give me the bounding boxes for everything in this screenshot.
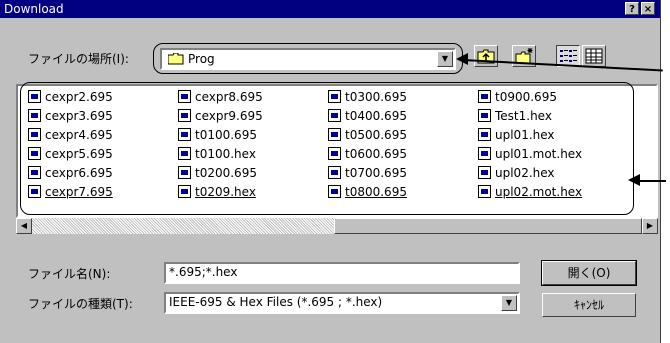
details-view-button[interactable] bbox=[582, 45, 606, 67]
scroll-left-button[interactable]: ◀ bbox=[16, 218, 32, 234]
callout-arrow-icon bbox=[456, 53, 468, 65]
filetype-dropdown-button[interactable]: ▼ bbox=[501, 295, 517, 311]
filetype-value: IEEE-695 & Hex Files (*.695 ; *.hex) bbox=[169, 295, 383, 309]
cancel-button[interactable]: ｷｬﾝｾﾙ bbox=[542, 293, 636, 317]
callout-arrow-icon bbox=[628, 174, 640, 186]
up-folder-button[interactable] bbox=[474, 45, 498, 67]
scroll-right-button[interactable]: ▶ bbox=[642, 218, 658, 234]
filetype-label: ファイルの種類(T): bbox=[28, 297, 133, 311]
title-bar[interactable]: Download ? × bbox=[0, 0, 660, 18]
up-folder-icon bbox=[477, 49, 495, 64]
close-button[interactable]: × bbox=[641, 2, 655, 15]
look-in-callout bbox=[153, 43, 463, 74]
filename-input[interactable]: *.695;*.hex bbox=[164, 262, 520, 284]
details-view-icon bbox=[585, 48, 603, 64]
filetype-select[interactable]: IEEE-695 & Hex Files (*.695 ; *.hex) ▼ bbox=[164, 292, 520, 314]
help-button[interactable]: ? bbox=[625, 2, 639, 15]
look-in-label: ファイルの場所(I): bbox=[28, 52, 129, 66]
list-view-icon bbox=[560, 50, 577, 62]
horizontal-scrollbar[interactable]: ◀ ▶ bbox=[16, 218, 658, 234]
filename-label: ファイル名(N): bbox=[28, 267, 111, 281]
window-title: Download bbox=[4, 2, 64, 16]
scroll-thumb[interactable] bbox=[334, 218, 642, 234]
file-list-callout bbox=[20, 82, 634, 215]
open-button[interactable]: 開く(O) bbox=[541, 260, 637, 286]
